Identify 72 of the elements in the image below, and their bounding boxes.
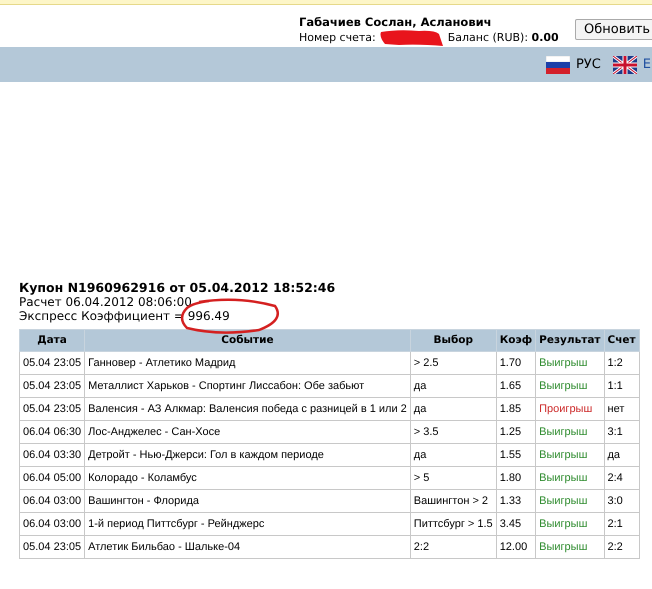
result-cell: Выигрыш	[536, 352, 604, 374]
date-cell: 05.04 23:05	[20, 374, 85, 398]
language-link[interactable]: E	[612, 54, 651, 74]
event-cell: Металлист Харьков - Спортинг Лиссабон: Обе забьют	[84, 374, 410, 398]
event-cell: Колорадо - Коламбус	[84, 466, 410, 490]
odds-cell: 3.45	[496, 512, 536, 536]
user-name: Габачиев Сослан, Асланович	[299, 15, 493, 29]
balance-value: 0.00	[532, 31, 559, 44]
pick-cell: Питтсбург > 1.5	[410, 512, 496, 536]
odds-cell: 1.25	[496, 420, 536, 444]
date-cell: 05.04 23:05	[20, 536, 85, 558]
score-cell: 2:2	[604, 536, 640, 558]
result-cell: Выигрыш	[536, 374, 604, 398]
pick-cell: > 5	[410, 466, 496, 490]
pick-cell: 2:2	[410, 536, 496, 558]
date-cell: 06.04 03:00	[20, 512, 85, 536]
event-cell: Ганновер - Атлетико Мадрид	[84, 352, 410, 374]
odds-cell: 1.55	[496, 444, 536, 466]
balance-label: Баланс (RUB):	[448, 31, 528, 44]
pick-cell: Вашингтон > 2	[410, 490, 496, 512]
pick-cell: > 3.5	[410, 420, 496, 444]
score-cell: 2:1	[604, 512, 640, 536]
score-cell: 2:4	[604, 466, 640, 490]
event-cell: Детройт - Нью-Джерси: Гол в каждом периоде	[84, 444, 410, 466]
odds-cell: 1.80	[496, 466, 536, 490]
score-cell: 1:1	[604, 374, 640, 398]
date-cell: 06.04 05:00	[20, 466, 85, 490]
result-cell: Проигрыш	[536, 398, 604, 420]
result-cell: Выигрыш	[536, 466, 604, 490]
language-link[interactable]: РУС	[546, 54, 601, 74]
column-header: Коэф	[496, 330, 536, 352]
column-header: Выбор	[410, 330, 496, 352]
russia-flag-icon	[546, 56, 570, 74]
event-cell: 1-й период Питтсбург - Рейнджерс	[84, 512, 410, 536]
odds-cell: 1.65	[496, 374, 536, 398]
odds-cell: 1.33	[496, 490, 536, 512]
redaction-scribble	[379, 29, 444, 47]
event-cell: Атлетик Бильбао - Шальке-04	[84, 536, 410, 558]
odds-cell: 12.00	[496, 536, 536, 558]
event-cell: Лос-Анджелес - Сан-Хосе	[84, 420, 410, 444]
uk-flag-icon	[612, 56, 637, 74]
odds-cell: 1.85	[496, 398, 536, 420]
coupon-title: Купон N1960962916 от 05.04.2012 18:52:46	[19, 281, 336, 295]
account-label: Номер счета:	[299, 31, 376, 44]
event-cell: Валенсия - АЗ Алкмар: Валенсия победа с разницей в 1 или 2	[84, 398, 410, 420]
result-cell: Выигрыш	[536, 420, 604, 444]
score-cell: 3:0	[604, 490, 640, 512]
result-cell: Выигрыш	[536, 512, 604, 536]
pick-cell: > 2.5	[410, 352, 496, 374]
settlement-date: Расчет 06.04.2012 08:06:00	[19, 295, 193, 309]
result-cell: Выигрыш	[536, 536, 604, 558]
date-cell: 06.04 03:30	[20, 444, 85, 466]
date-cell: 05.04 23:05	[20, 398, 85, 420]
date-cell: 06.04 06:30	[20, 420, 85, 444]
column-header: Событие	[84, 330, 410, 352]
result-cell: Выигрыш	[536, 444, 604, 466]
result-cell: Выигрыш	[536, 490, 604, 512]
pick-cell: да	[410, 398, 496, 420]
column-header: Счет	[604, 330, 640, 352]
date-cell: 06.04 03:00	[20, 490, 85, 512]
column-header: Результат	[536, 330, 604, 352]
refresh-button[interactable]: Обновить	[575, 19, 652, 40]
score-cell: 1:2	[604, 352, 640, 374]
pick-cell: да	[410, 374, 496, 398]
score-cell: нет	[604, 398, 640, 420]
event-cell: Вашингтон - Флорида	[84, 490, 410, 512]
date-cell: 05.04 23:05	[20, 352, 85, 374]
column-header: Дата	[20, 330, 85, 352]
odds-cell: 1.70	[496, 352, 536, 374]
score-cell: да	[604, 444, 640, 466]
score-cell: 3:1	[604, 420, 640, 444]
pick-cell: да	[410, 444, 496, 466]
